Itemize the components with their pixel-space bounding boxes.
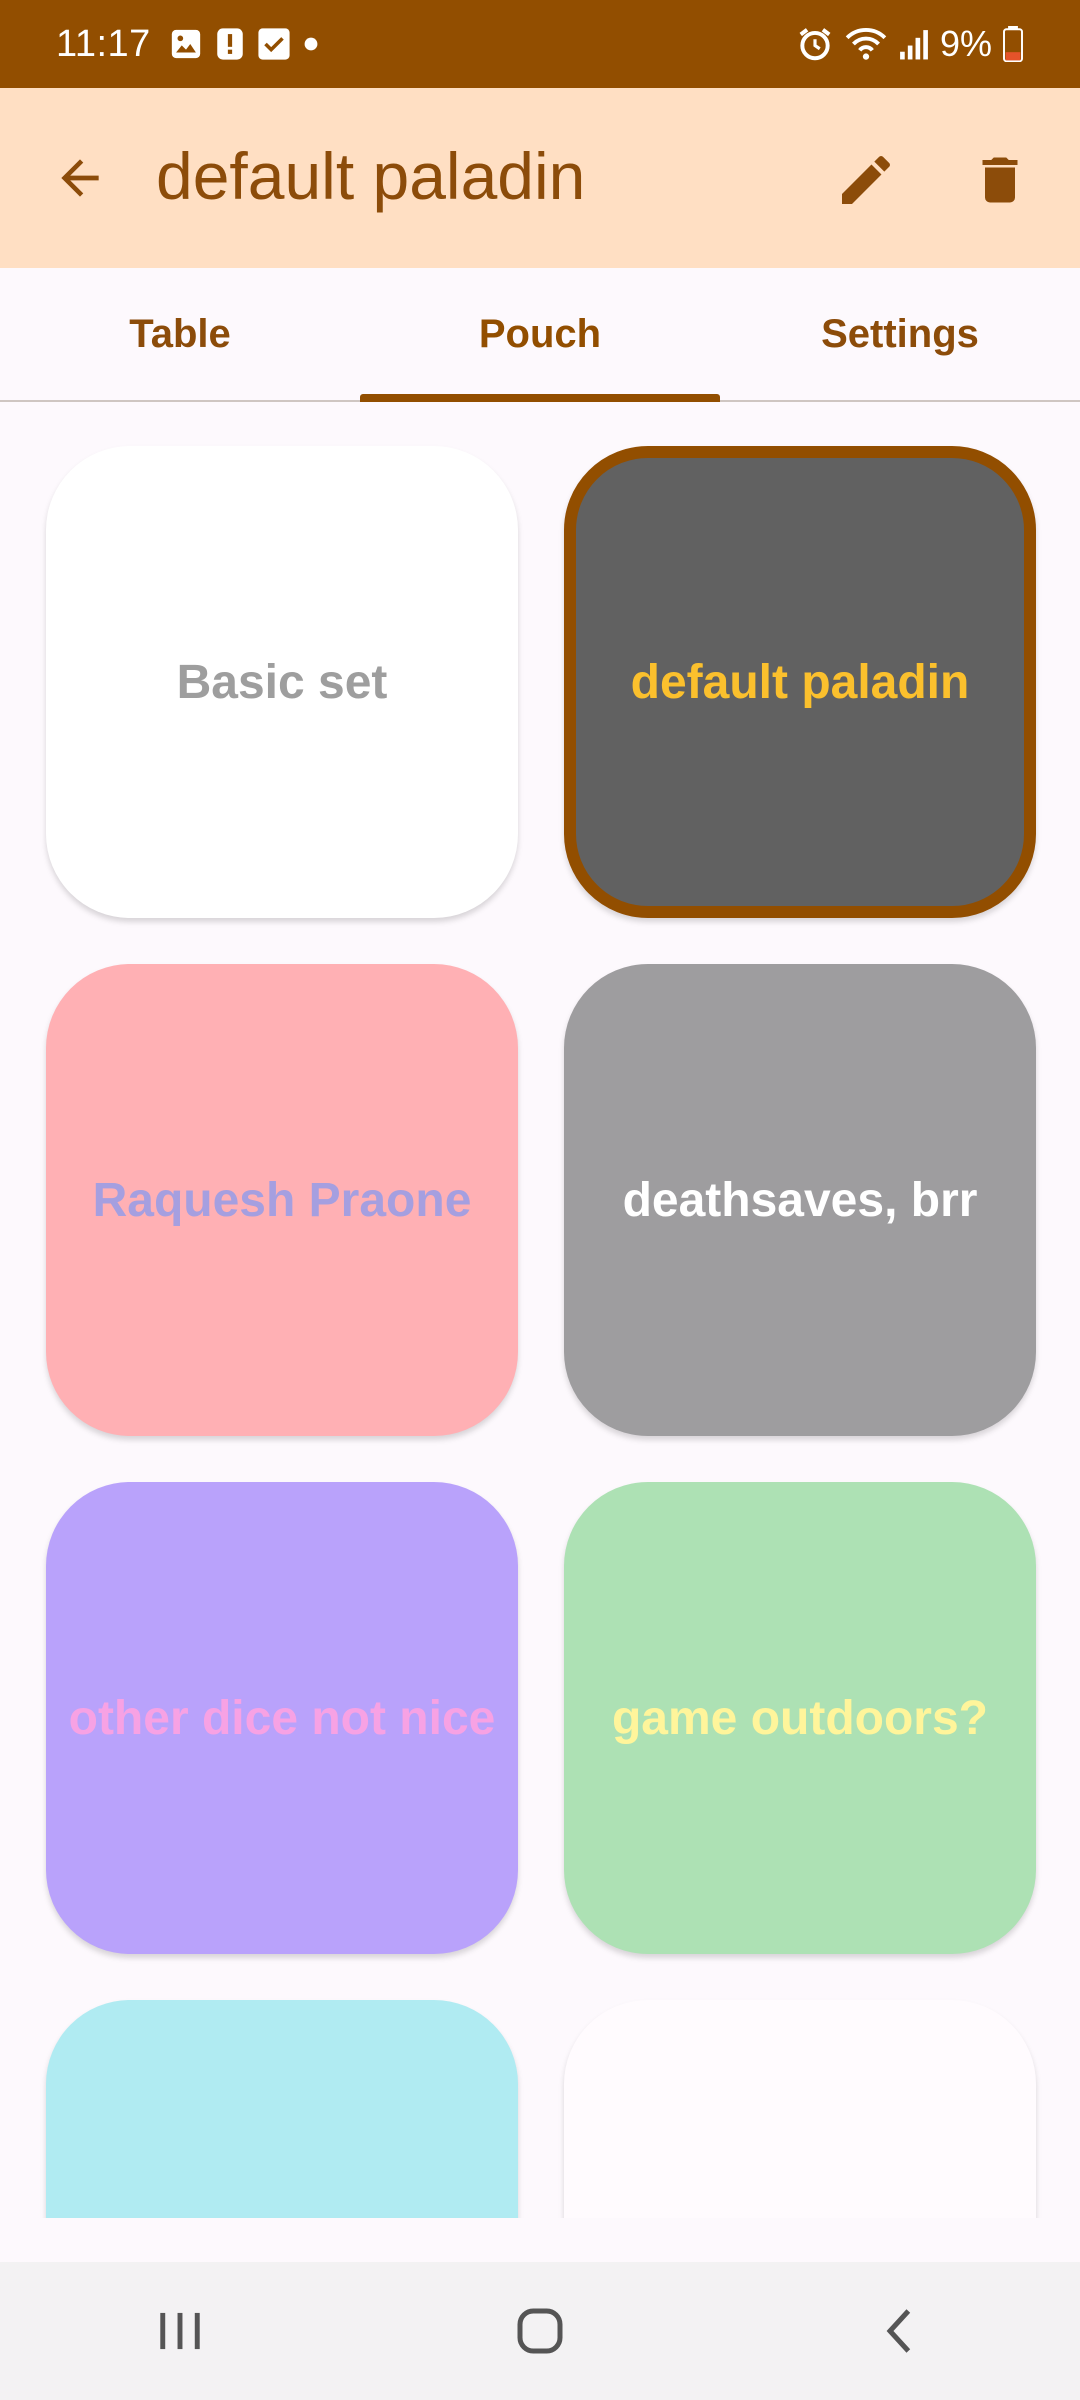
set-card-label: deathsaves, brr	[622, 1173, 978, 1227]
edit-button[interactable]	[826, 140, 906, 220]
back-nav-button[interactable]	[840, 2281, 960, 2381]
set-card-deathsaves[interactable]: deathsaves, brr	[564, 964, 1036, 1436]
status-notification-icons	[169, 27, 319, 61]
app-bar: default paladin	[0, 88, 1080, 268]
pencil-icon	[842, 155, 890, 204]
set-card-basic-set[interactable]: Basic set	[46, 446, 518, 918]
recent-apps-button[interactable]	[120, 2281, 240, 2381]
alert-icon	[217, 28, 243, 60]
home-icon	[517, 2308, 563, 2354]
set-card-label: other dice not nice	[68, 1691, 496, 1745]
status-time: 11:17	[56, 22, 151, 65]
set-card-label: Raquesh Praone	[92, 1173, 472, 1227]
alarm-icon	[799, 28, 831, 61]
set-card-cyan[interactable]	[46, 2000, 518, 2218]
status-system-icons: 9%	[796, 23, 1024, 65]
set-card-raquesh-praone[interactable]: Raquesh Praone	[46, 964, 518, 1436]
home-button[interactable]	[480, 2281, 600, 2381]
battery-icon	[1003, 26, 1023, 62]
tab-bar: Table Pouch Settings	[0, 268, 1080, 402]
set-card-other-dice[interactable]: other dice not nice	[46, 1482, 518, 1954]
dice-set-grid[interactable]: Basic set default paladin Raquesh Praone…	[0, 404, 1080, 2218]
back-nav-icon	[886, 2309, 911, 2353]
set-card-label: Basic set	[176, 655, 388, 709]
recent-apps-icon	[160, 2312, 200, 2350]
signal-icon	[900, 30, 928, 60]
arrow-back-icon	[61, 159, 99, 197]
tab-indicator	[360, 394, 720, 402]
set-card-label: default paladin	[630, 655, 970, 709]
set-card-label: game outdoors?	[611, 1691, 988, 1745]
wifi-icon	[845, 27, 887, 60]
image-icon	[171, 29, 200, 59]
status-bar: 11:17 9%	[0, 0, 1080, 88]
delete-button[interactable]	[960, 140, 1040, 220]
set-card-default-paladin[interactable]: default paladin	[564, 446, 1036, 918]
trash-icon	[982, 157, 1018, 203]
tab-table[interactable]: Table	[0, 268, 360, 400]
check-icon	[258, 28, 290, 60]
set-card-game-outdoors[interactable]: game outdoors?	[564, 1482, 1036, 1954]
system-nav-bar	[0, 2262, 1080, 2400]
tab-pouch[interactable]: Pouch	[360, 268, 720, 400]
set-card-white[interactable]	[564, 2000, 1036, 2218]
battery-percentage: 9%	[939, 23, 992, 64]
dot-icon	[304, 37, 318, 51]
tab-settings[interactable]: Settings	[720, 268, 1080, 400]
page-title: default paladin	[156, 139, 586, 213]
back-button[interactable]	[40, 146, 120, 210]
